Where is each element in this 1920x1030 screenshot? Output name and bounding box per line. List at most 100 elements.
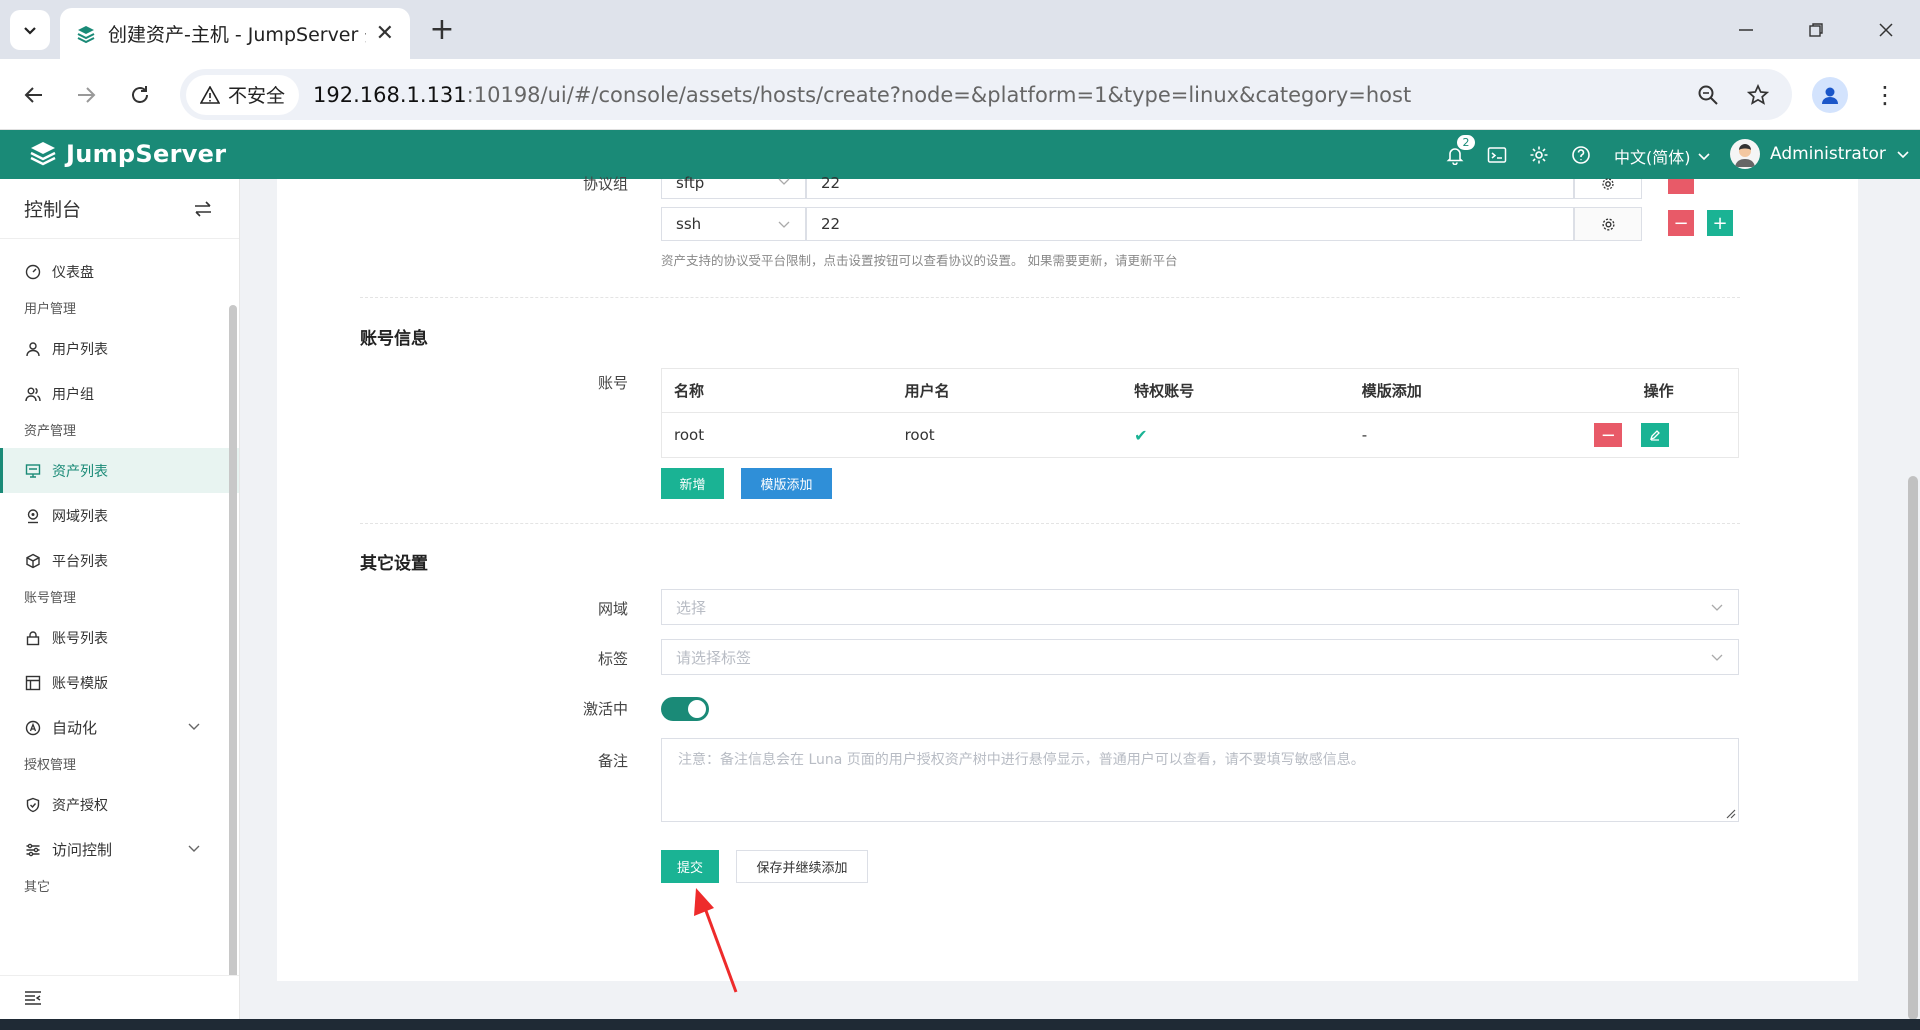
browser-menu-icon[interactable]: ⋮ xyxy=(1870,77,1900,113)
active-label: 激活中 xyxy=(582,700,628,718)
url-text[interactable]: 192.168.1.131:10198/ui/#/console/assets/… xyxy=(313,83,1411,107)
remove-protocol-button-sftp[interactable] xyxy=(1668,179,1694,194)
delete-account-button[interactable]: − xyxy=(1594,423,1623,447)
edit-account-button[interactable] xyxy=(1641,423,1670,447)
minus-icon: − xyxy=(1673,212,1689,234)
avatar-icon xyxy=(1735,144,1755,167)
port-input-sftp[interactable]: 22 xyxy=(806,174,1574,199)
platform-icon xyxy=(24,552,42,570)
sidebar-scrollbar[interactable] xyxy=(229,305,237,975)
chevron-down-icon xyxy=(1697,153,1710,161)
reload-icon xyxy=(132,86,148,103)
sidebar-item-platform-list[interactable]: 平台列表 xyxy=(0,538,239,583)
switch-view-icon[interactable] xyxy=(193,200,213,218)
asset-list-icon xyxy=(24,462,42,480)
protocol-settings-button-ssh[interactable] xyxy=(1574,207,1642,241)
sidebar-item-dashboard[interactable]: 仪表盘 xyxy=(0,249,239,294)
new-tab-button[interactable]: + xyxy=(425,12,459,47)
comment-placeholder: 注意：备注信息会在 Luna 页面的用户授权资产树中进行悬停显示，普通用户可以查… xyxy=(678,752,1365,768)
bookmark-button[interactable] xyxy=(1738,75,1778,115)
close-window-button[interactable] xyxy=(1862,10,1910,50)
active-toggle[interactable] xyxy=(661,697,709,721)
chevron-down-icon xyxy=(188,723,200,730)
minus-icon: − xyxy=(1600,424,1616,446)
help-icon xyxy=(1572,146,1590,164)
language-selector[interactable]: 中文(简体) xyxy=(1614,144,1711,168)
submit-button[interactable]: 提交 xyxy=(661,850,719,883)
forward-button[interactable] xyxy=(66,75,106,115)
labels-select[interactable]: 请选择标签 xyxy=(661,639,1739,675)
sidebar-collapse-button[interactable] xyxy=(0,975,239,1019)
restore-button[interactable] xyxy=(1792,10,1840,50)
comment-textarea[interactable]: 注意：备注信息会在 Luna 页面的用户授权资产树中进行悬停显示，普通用户可以查… xyxy=(661,738,1739,822)
sidebar-item-user-group[interactable]: 用户组 xyxy=(0,371,239,416)
minimize-button[interactable] xyxy=(1722,10,1770,50)
sidebar-item-user-list[interactable]: 用户列表 xyxy=(0,326,239,371)
sidebar-item-asset-permission[interactable]: 资产授权 xyxy=(0,782,239,827)
browser-tabbar: 创建资产-主机 - JumpServer 开 ✕ + xyxy=(0,0,1920,59)
sidebar-group-users: 用户管理 xyxy=(24,302,77,317)
sidebar-group-assets: 资产管理 xyxy=(24,424,77,439)
chevron-down-icon xyxy=(188,845,200,852)
back-button[interactable] xyxy=(14,75,54,115)
help-button[interactable] xyxy=(1568,142,1594,168)
remove-protocol-button-ssh[interactable]: − xyxy=(1668,210,1694,236)
tab-close-icon[interactable]: ✕ xyxy=(376,21,394,46)
annotation-arrow-icon xyxy=(694,888,738,993)
template-icon xyxy=(24,674,42,692)
sidebar-item-label: 用户组 xyxy=(52,386,94,403)
chevron-down-icon xyxy=(1897,151,1909,159)
web-terminal-button[interactable] xyxy=(1484,142,1510,168)
column-header: 操作 xyxy=(1643,382,1674,400)
app-header: JumpServer 2 中文(简体) Administrator xyxy=(0,130,1920,179)
minimize-icon xyxy=(1739,29,1753,31)
settings-button[interactable] xyxy=(1526,142,1552,168)
arrow-right-icon xyxy=(78,87,96,103)
protocol-select-sftp[interactable]: sftp xyxy=(661,174,806,199)
protocol-select-ssh[interactable]: ssh xyxy=(661,207,806,241)
terminal-icon xyxy=(1487,147,1507,163)
sidebar-item-label: 账号列表 xyxy=(52,630,108,647)
form-card xyxy=(277,179,1858,981)
logo[interactable]: JumpServer xyxy=(28,139,226,169)
sidebar-group-permissions: 授权管理 xyxy=(24,758,77,773)
account-table: 名称 用户名 特权账号 模版添加 操作 root root ✔ - − xyxy=(661,368,1739,458)
address-bar[interactable]: 不安全 192.168.1.131:10198/ui/#/console/ass… xyxy=(180,69,1792,120)
page-scrollbar[interactable] xyxy=(1908,476,1918,1020)
protocol-settings-button-sftp[interactable] xyxy=(1574,177,1642,199)
account-icon xyxy=(24,629,42,647)
add-protocol-button[interactable]: + xyxy=(1707,210,1733,236)
sidebar-item-access-control[interactable]: 访问控制 xyxy=(0,827,239,872)
security-chip[interactable]: 不安全 xyxy=(186,74,300,115)
comment-label: 备注 xyxy=(597,752,628,770)
sidebar-item-account-list[interactable]: 账号列表 xyxy=(0,615,239,660)
user-menu[interactable]: Administrator xyxy=(1730,139,1910,169)
column-header: 模版添加 xyxy=(1361,382,1422,400)
reload-button[interactable] xyxy=(120,75,160,115)
active-tab[interactable]: 创建资产-主机 - JumpServer 开 ✕ xyxy=(60,8,410,59)
star-icon xyxy=(1747,84,1769,105)
tab-search-button[interactable] xyxy=(10,10,50,50)
sidebar-item-account-template[interactable]: 账号模版 xyxy=(0,660,239,705)
domain-icon xyxy=(24,507,42,525)
template-add-button[interactable]: 模版添加 xyxy=(741,468,832,499)
profile-avatar[interactable] xyxy=(1812,77,1848,113)
sidebar: 控制台 仪表盘 用户管理 用户列表 用户组 资产管理 资产列表 网域列表 平台列… xyxy=(0,179,240,1019)
save-continue-button[interactable]: 保存并继续添加 xyxy=(736,850,868,883)
protocol-name: ssh xyxy=(676,215,702,233)
sidebar-item-domain-list[interactable]: 网域列表 xyxy=(0,493,239,538)
protocol-group-label: 协议组 xyxy=(582,175,628,193)
account-label: 账号 xyxy=(597,374,628,392)
sidebar-item-automation[interactable]: 自动化 xyxy=(0,705,239,750)
resize-handle-icon[interactable] xyxy=(1724,807,1736,819)
protocol-hint: 资产支持的协议受平台限制，点击设置按钮可以查看协议的设置。 如果需要更新，请更新… xyxy=(661,253,1178,268)
sidebar-item-asset-list[interactable]: 资产列表 xyxy=(0,448,239,493)
row-actions: − xyxy=(1579,413,1738,457)
domain-select[interactable]: 选择 xyxy=(661,589,1739,625)
user-icon xyxy=(24,340,42,358)
taskbar xyxy=(0,1019,1920,1030)
add-account-button[interactable]: 新增 xyxy=(661,468,724,499)
chevron-down-icon xyxy=(24,27,36,35)
port-input-ssh[interactable]: 22 xyxy=(806,207,1574,241)
zoom-button[interactable] xyxy=(1688,75,1728,115)
